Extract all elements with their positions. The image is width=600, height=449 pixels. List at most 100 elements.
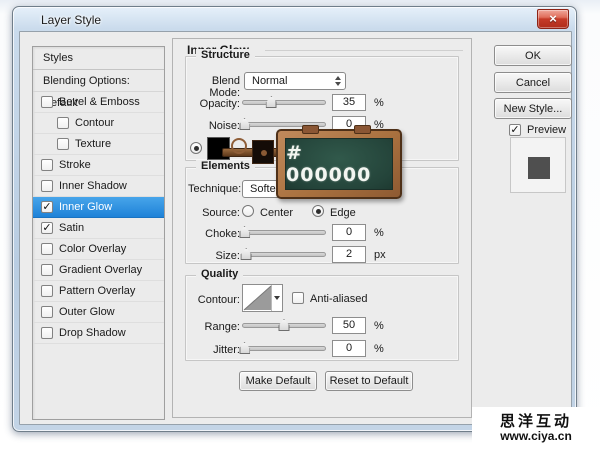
source-edge-label: Edge <box>330 207 356 219</box>
range-slider[interactable] <box>242 319 326 331</box>
style-item-label: Gradient Overlay <box>59 264 143 276</box>
style-list-item[interactable]: Color Overlay <box>33 239 164 260</box>
contour-label: Contour: <box>197 294 240 306</box>
source-center-radio[interactable] <box>242 205 254 217</box>
size-slider-thumb[interactable] <box>240 248 252 260</box>
style-list-item[interactable]: Inner Shadow <box>33 176 164 197</box>
style-item-checkbox[interactable] <box>41 159 53 171</box>
reset-to-default-button[interactable]: Reset to Default <box>325 371 413 391</box>
style-item-checkbox[interactable] <box>41 264 53 276</box>
style-list-item[interactable]: Texture <box>33 134 164 155</box>
style-item-checkbox[interactable] <box>41 285 53 297</box>
chalkboard-tab-icon <box>354 125 371 134</box>
style-item-checkbox[interactable] <box>41 96 53 108</box>
new-style-button[interactable]: New Style... <box>494 98 572 119</box>
opacity-slider-thumb[interactable] <box>265 96 277 108</box>
range-slider-thumb[interactable] <box>278 319 290 331</box>
make-default-button[interactable]: Make Default <box>239 371 317 391</box>
style-list-item[interactable]: Gradient Overlay <box>33 260 164 281</box>
style-item-checkbox[interactable]: ✓ <box>41 222 53 234</box>
choke-slider-track[interactable] <box>242 230 326 235</box>
jitter-label: Jitter: <box>213 344 240 356</box>
style-list-item[interactable]: Stroke <box>33 155 164 176</box>
range-input[interactable]: 50 <box>332 317 366 334</box>
ok-button[interactable]: OK <box>494 45 572 66</box>
opacity-input[interactable]: 35 <box>332 94 366 111</box>
noise-slider-thumb[interactable] <box>239 118 251 130</box>
style-item-label: Bevel & Emboss <box>59 96 140 108</box>
title-divider <box>265 50 463 51</box>
style-item-label: Pattern Overlay <box>59 285 136 297</box>
watermark: 思洋互动 www.ciya.cn <box>472 407 600 449</box>
annotation-block <box>252 140 274 164</box>
preview-checkbox[interactable]: ✓ <box>509 124 521 136</box>
size-slider[interactable] <box>240 248 326 260</box>
contour-picker[interactable] <box>242 284 283 312</box>
style-list-item[interactable]: Contour <box>33 113 164 134</box>
layer-style-dialog: Layer Style × Styles Blending Options: D… <box>12 6 577 432</box>
styles-rows: Bevel & Emboss Contour Texture Stroke In… <box>33 92 164 344</box>
window-title: Layer Style <box>41 13 102 27</box>
styles-header: Styles <box>33 47 164 70</box>
cancel-button[interactable]: Cancel <box>494 72 572 93</box>
style-item-label: Inner Glow <box>59 201 113 213</box>
style-item-checkbox[interactable] <box>57 117 69 129</box>
style-list-item[interactable]: ✓ Inner Glow <box>33 197 164 218</box>
blend-mode-select[interactable]: Normal <box>244 72 346 90</box>
color-source-radio[interactable] <box>190 142 202 154</box>
titlebar[interactable]: Layer Style × <box>13 7 576 31</box>
style-list-item[interactable]: Outer Glow <box>33 302 164 323</box>
opacity-label: Opacity: <box>199 98 240 110</box>
opacity-slider-track[interactable] <box>242 100 326 105</box>
jitter-slider[interactable] <box>239 342 326 354</box>
style-item-checkbox[interactable] <box>41 180 53 192</box>
watermark-brand: 思洋互动 <box>499 412 572 430</box>
choke-slider[interactable] <box>239 226 326 238</box>
style-item-label: Outer Glow <box>59 306 115 318</box>
preview-thumbnail <box>510 137 566 193</box>
jitter-unit: % <box>374 343 384 355</box>
color-annotation-chalkboard: # 000000 <box>276 125 402 199</box>
chalkboard-tab-icon <box>302 125 319 134</box>
style-list-item[interactable]: Drop Shadow <box>33 323 164 344</box>
blending-options-row[interactable]: Blending Options: Default <box>33 70 164 109</box>
jitter-slider-thumb[interactable] <box>239 342 251 354</box>
antialiased-label: Anti-aliased <box>310 293 368 305</box>
style-item-checkbox[interactable]: ✓ <box>41 201 53 213</box>
size-input[interactable]: 2 <box>332 246 366 263</box>
style-item-label: Inner Shadow <box>59 180 127 192</box>
opacity-slider[interactable] <box>242 96 326 108</box>
style-item-checkbox[interactable] <box>41 243 53 255</box>
choke-slider-thumb[interactable] <box>239 226 251 238</box>
preview-toggle[interactable]: ✓ Preview <box>509 124 566 136</box>
choke-input[interactable]: 0 <box>332 224 366 241</box>
technique-label: Technique: <box>188 183 242 195</box>
style-item-label: Satin <box>59 222 85 234</box>
antialiased-checkbox[interactable] <box>292 292 304 304</box>
style-item-label: Texture <box>75 138 112 150</box>
contour-thumbnail <box>243 285 272 311</box>
range-label: Range: <box>204 321 240 333</box>
style-item-label: Stroke <box>59 159 91 171</box>
technique-value: Softer <box>250 183 280 195</box>
source-edge-radio[interactable] <box>312 205 324 217</box>
annotation-ring-icon <box>231 138 247 154</box>
style-list-item[interactable]: Pattern Overlay <box>33 281 164 302</box>
watermark-url: www.ciya.cn <box>500 428 572 443</box>
style-item-checkbox[interactable] <box>41 327 53 339</box>
close-icon: × <box>549 11 557 26</box>
preview-label: Preview <box>527 124 567 136</box>
quality-label: Quality <box>196 268 244 280</box>
style-item-label: Color Overlay <box>59 243 127 255</box>
style-item-checkbox[interactable] <box>41 306 53 318</box>
jitter-input[interactable]: 0 <box>332 340 366 357</box>
style-list-item[interactable]: ✓ Satin <box>33 218 164 239</box>
style-item-checkbox[interactable] <box>57 138 69 150</box>
styles-list: Styles Blending Options: Default Bevel &… <box>32 46 165 420</box>
opacity-unit: % <box>374 97 384 109</box>
contour-dropdown-icon[interactable] <box>272 285 282 311</box>
close-button[interactable]: × <box>537 9 569 29</box>
style-item-label: Drop Shadow <box>59 327 126 339</box>
jitter-slider-track[interactable] <box>242 346 326 351</box>
size-slider-track[interactable] <box>242 252 326 257</box>
